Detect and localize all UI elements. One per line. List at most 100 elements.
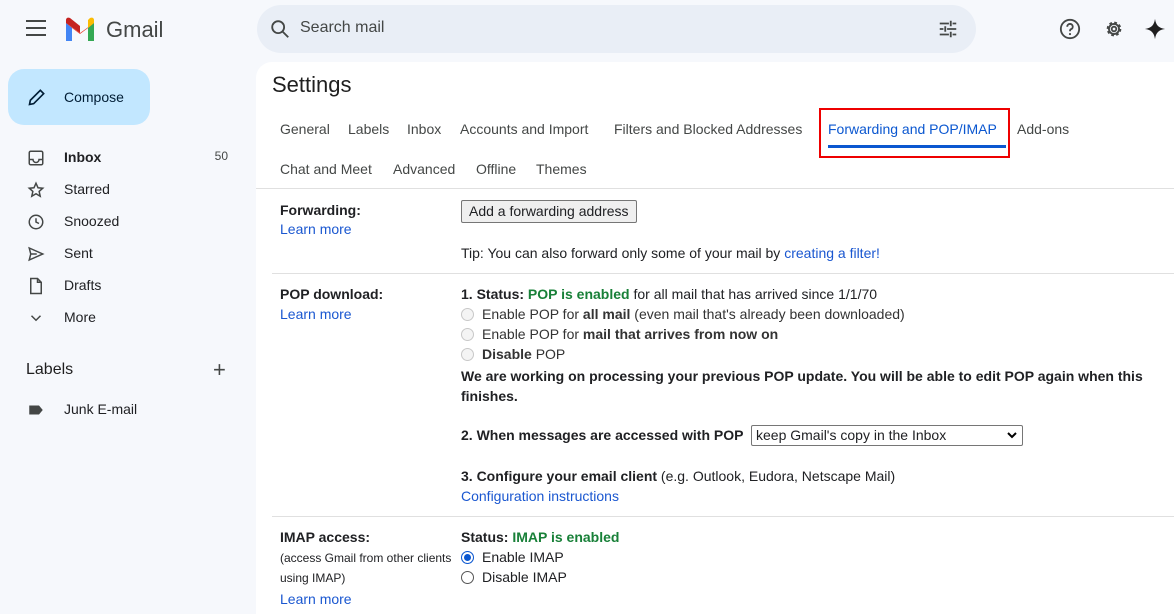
send-icon <box>28 246 45 262</box>
tab-filters[interactable]: Filters and Blocked Addresses <box>614 121 802 137</box>
tab-general[interactable]: General <box>280 121 330 137</box>
highlight-box <box>819 108 1010 158</box>
imap-option-enable[interactable]: Enable IMAP <box>461 549 564 565</box>
forwarding-tip: Tip: You can also forward only some of y… <box>461 245 880 261</box>
option-text: Enable POP for <box>482 306 583 322</box>
tab-labels[interactable]: Labels <box>348 121 389 137</box>
pop-status-value: POP is enabled <box>527 286 630 302</box>
imap-status-value: IMAP is enabled <box>512 529 620 545</box>
gemini-icon[interactable] <box>1135 9 1174 49</box>
option-text: Enable POP for <box>482 326 583 342</box>
forwarding-learn-more-link[interactable]: Learn more <box>280 221 352 237</box>
status-prefix: Status: <box>461 529 513 545</box>
search-icon[interactable] <box>269 18 291 40</box>
radio-button[interactable] <box>461 571 474 584</box>
star-icon <box>27 181 45 198</box>
tip-text: Tip: You can also forward only some of y… <box>461 245 785 261</box>
status-suffix: for all mail that has arrived since 1/1/… <box>629 286 878 302</box>
select-value: keep Gmail's copy in the Inbox <box>756 427 947 443</box>
compose-label: Compose <box>64 89 124 105</box>
sidebar-item-label: More <box>64 309 96 325</box>
radio-button[interactable] <box>461 348 474 361</box>
search-input[interactable]: Search mail <box>300 19 384 37</box>
option-text: (even mail that's already been downloade… <box>630 306 905 322</box>
option-bold: mail that arrives from now on <box>582 326 779 342</box>
pop-option-all-mail[interactable]: Enable POP for all mail (even mail that'… <box>461 306 905 322</box>
sidebar-label-junk-email[interactable]: Junk E-mail <box>0 393 256 425</box>
tab-themes[interactable]: Themes <box>536 161 587 177</box>
chevron-down-icon <box>1007 432 1017 439</box>
sidebar-item-inbox[interactable]: Inbox 50 <box>0 141 256 173</box>
top-bar: Gmail Search mail <box>0 0 1174 62</box>
sidebar-item-label: Snoozed <box>64 213 120 229</box>
imap-subtext: using IMAP) <box>280 571 346 585</box>
configure-label: 3. Configure your email client <box>461 468 658 484</box>
label-icon <box>29 405 43 415</box>
sidebar-item-label: Starred <box>64 181 110 197</box>
page-title: Settings <box>272 72 352 97</box>
tab-add-ons[interactable]: Add-ons <box>1017 121 1069 137</box>
imap-option-disable[interactable]: Disable IMAP <box>461 569 567 585</box>
sidebar-item-drafts[interactable]: Drafts <box>0 269 256 301</box>
pop-download-label: POP download: <box>280 286 384 302</box>
add-forwarding-address-button[interactable]: Add a forwarding address <box>461 200 637 223</box>
tab-inbox[interactable]: Inbox <box>407 121 441 137</box>
imap-subtext: (access Gmail from other clients <box>280 551 452 565</box>
gmail-wordmark: Gmail <box>106 17 164 42</box>
option-bold: Disable <box>482 346 532 362</box>
tab-accounts-and-import[interactable]: Accounts and Import <box>460 121 588 137</box>
option-text: POP <box>531 346 566 362</box>
divider <box>272 516 1174 517</box>
main-menu-icon[interactable] <box>26 20 46 36</box>
pop-access-select[interactable]: keep Gmail's copy in the Inbox <box>751 425 1023 446</box>
radio-button-selected[interactable] <box>461 551 474 564</box>
tab-advanced[interactable]: Advanced <box>393 161 455 177</box>
configure-client: 3. Configure your email client (e.g. Out… <box>461 468 895 484</box>
clock-icon <box>28 214 44 230</box>
divider <box>256 188 1174 189</box>
tab-chat-and-meet[interactable]: Chat and Meet <box>280 161 372 177</box>
radio-button[interactable] <box>461 308 474 321</box>
sidebar-item-sent[interactable]: Sent <box>0 237 256 269</box>
gear-icon[interactable] <box>1094 9 1134 49</box>
compose-button[interactable]: Compose <box>8 69 150 125</box>
sidebar-item-label: Sent <box>64 245 93 261</box>
configuration-instructions-link[interactable]: Configuration instructions <box>461 488 619 504</box>
inbox-count: 50 <box>214 149 228 163</box>
search-bar[interactable]: Search mail <box>257 5 976 53</box>
pop-access-label: 2. When messages are accessed with POP <box>461 427 744 443</box>
draft-icon <box>30 277 42 295</box>
option-bold: all mail <box>582 306 631 322</box>
pop-status: 1. Status: POP is enabled for all mail t… <box>461 286 877 302</box>
option-text: Enable IMAP <box>482 549 564 565</box>
radio-button[interactable] <box>461 328 474 341</box>
option-text: Disable IMAP <box>482 569 567 585</box>
tab-offline[interactable]: Offline <box>476 161 516 177</box>
sidebar-item-label: Drafts <box>64 277 102 293</box>
chevron-down-icon <box>30 315 42 322</box>
gmail-logo[interactable] <box>64 17 96 41</box>
add-label-icon[interactable]: + <box>213 359 226 381</box>
sidebar-item-label: Junk E-mail <box>64 401 138 417</box>
sidebar-item-label: Inbox <box>64 149 102 165</box>
pencil-icon <box>28 89 45 106</box>
sidebar-item-more[interactable]: More <box>0 301 256 333</box>
labels-heading: Labels <box>26 361 74 378</box>
pop-option-disable[interactable]: Disable POP <box>461 346 565 362</box>
imap-status: Status: IMAP is enabled <box>461 529 619 545</box>
sidebar-item-snoozed[interactable]: Snoozed <box>0 205 256 237</box>
inbox-icon <box>28 150 44 166</box>
help-icon[interactable] <box>1050 9 1090 49</box>
divider <box>272 273 1174 274</box>
search-options-icon[interactable] <box>937 18 959 40</box>
pop-learn-more-link[interactable]: Learn more <box>280 306 352 322</box>
imap-learn-more-link[interactable]: Learn more <box>280 591 352 607</box>
status-prefix: 1. Status: <box>461 286 528 302</box>
imap-access-label: IMAP access: <box>280 529 371 545</box>
sidebar-item-starred[interactable]: Starred <box>0 173 256 205</box>
configure-hint: (e.g. Outlook, Eudora, Netscape Mail) <box>657 468 896 484</box>
pop-option-from-now[interactable]: Enable POP for mail that arrives from no… <box>461 326 778 342</box>
pop-processing-notice: We are working on processing your previo… <box>461 368 1143 404</box>
create-filter-link[interactable]: creating a filter! <box>784 245 880 261</box>
forwarding-label: Forwarding: <box>280 202 361 218</box>
